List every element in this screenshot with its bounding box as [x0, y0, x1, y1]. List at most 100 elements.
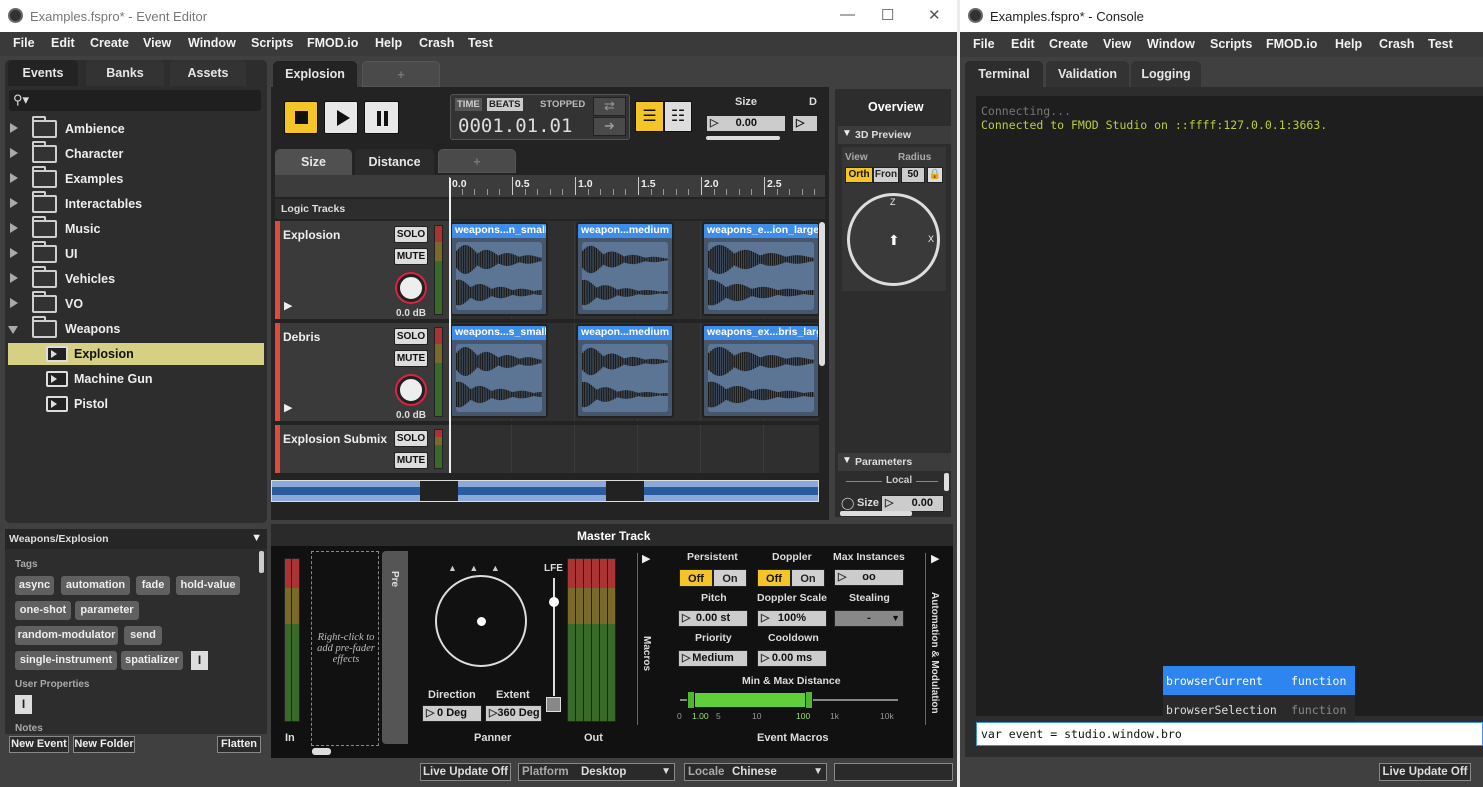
direction-field[interactable]: ▷ 0 Deg — [422, 705, 482, 722]
add-tag-cursor-icon[interactable]: I — [191, 651, 208, 670]
menu-create[interactable]: Create — [90, 36, 129, 50]
menu-scripts[interactable]: Scripts — [1210, 37, 1252, 51]
track-name[interactable]: Debris — [283, 330, 320, 344]
tree-item-machine-gun[interactable]: Machine Gun — [8, 368, 264, 390]
lfe-toggle[interactable] — [546, 697, 561, 712]
menu-test[interactable]: Test — [468, 36, 493, 50]
browser-search-input[interactable]: ⚲▾ — [9, 90, 261, 111]
audio-clip[interactable]: weapon...medium — [576, 324, 674, 418]
param-tab-size[interactable]: Size — [275, 149, 352, 175]
mute-button[interactable]: MUTE — [394, 350, 428, 367]
expand-track-icon[interactable]: ▶ — [284, 299, 292, 312]
cooldown-field[interactable]: ▷ 0.00 ms — [757, 650, 827, 667]
min-distance-handle[interactable] — [687, 691, 695, 709]
solo-button[interactable]: SOLO — [394, 430, 428, 447]
playhead[interactable] — [449, 178, 451, 473]
size-param-value[interactable]: ▷ 0.00 — [706, 115, 786, 132]
tree-item-interactables[interactable]: Interactables — [8, 191, 264, 215]
menu-test[interactable]: Test — [1428, 37, 1453, 51]
minimize-icon[interactable]: — — [840, 6, 855, 23]
tab-terminal[interactable]: Terminal — [965, 61, 1043, 87]
param-tab-distance[interactable]: Distance — [355, 149, 434, 175]
preview-header[interactable]: ▼ 3D Preview — [838, 126, 951, 144]
tag-parameter[interactable]: parameter — [75, 601, 139, 620]
panner-position-dot[interactable] — [477, 617, 486, 626]
lfe-slider-track[interactable] — [549, 578, 559, 696]
menu-view[interactable]: View — [1103, 37, 1131, 51]
add-event-tab-button[interactable]: + — [362, 61, 440, 87]
doppler-off-toggle[interactable]: Off — [757, 569, 791, 587]
tab-assets[interactable]: Assets — [170, 60, 246, 86]
tree-item-ui[interactable]: UI — [8, 241, 264, 265]
platform-selector[interactable]: Platform Desktop ▼ — [518, 763, 675, 781]
tag-automation[interactable]: automation — [61, 576, 130, 595]
expand-arrow-icon[interactable] — [10, 273, 18, 283]
time-mode-time[interactable]: TIME — [455, 98, 482, 111]
max-instances-field[interactable]: ▷ oo — [834, 569, 904, 586]
volume-knob[interactable] — [397, 376, 425, 404]
tag-random-modulator[interactable]: random-modulator — [15, 626, 118, 645]
menu-edit[interactable]: Edit — [51, 36, 75, 50]
menu-file[interactable]: File — [973, 37, 995, 51]
properties-scrollbar[interactable] — [259, 551, 264, 573]
expand-arrow-icon[interactable]: ▶ — [931, 552, 939, 565]
track-lane[interactable] — [449, 425, 819, 473]
solo-button[interactable]: SOLO — [394, 328, 428, 345]
close-icon[interactable]: ✕ — [928, 6, 941, 24]
next-param-value[interactable]: ▷ — [792, 115, 818, 132]
tree-item-music[interactable]: Music — [8, 216, 264, 240]
expand-arrow-icon[interactable] — [10, 173, 18, 183]
priority-field[interactable]: ▷ Medium — [678, 650, 748, 667]
tag-one-shot[interactable]: one-shot — [15, 601, 71, 620]
menu-fmodio[interactable]: FMOD.io — [307, 36, 358, 50]
menu-view[interactable]: View — [143, 36, 171, 50]
audio-clip[interactable]: weapons...s_small — [450, 324, 548, 418]
distance-range-fill[interactable] — [687, 691, 813, 709]
audio-clip[interactable]: weapon...medium — [576, 222, 674, 316]
menu-window[interactable]: Window — [188, 36, 236, 50]
tab-banks[interactable]: Banks — [86, 60, 164, 86]
new-event-button[interactable]: New Event — [9, 736, 69, 753]
tree-item-vo[interactable]: VO — [8, 291, 264, 315]
tag-send[interactable]: send — [124, 626, 162, 645]
radius-field[interactable]: 50 — [901, 167, 925, 183]
play-button[interactable] — [324, 101, 358, 134]
tag-hold-value[interactable]: hold-value — [176, 576, 240, 595]
tree-item-examples[interactable]: Examples — [8, 166, 264, 190]
extent-field[interactable]: ▷ 360 Deg — [485, 705, 542, 722]
doppler-scale-field[interactable]: ▷ 100% — [757, 610, 827, 627]
tab-event-explosion[interactable]: Explosion — [273, 61, 357, 87]
prefader-drop-zone[interactable]: Right-click to add pre-fader effects — [311, 551, 379, 746]
menu-file[interactable]: File — [13, 36, 35, 50]
new-folder-button[interactable]: New Folder — [73, 736, 135, 753]
audio-clip[interactable]: weapons_e...ion_large — [702, 222, 820, 316]
overview-scrollbar[interactable] — [944, 473, 949, 491]
persistent-off-toggle[interactable]: Off — [679, 569, 713, 587]
chevron-down-icon[interactable]: ▼ — [251, 532, 262, 544]
tab-logging[interactable]: Logging — [1131, 61, 1201, 87]
orthographic-button[interactable]: Orth — [845, 167, 873, 183]
tree-item-weapons[interactable]: Weapons — [8, 316, 264, 340]
grid-view-button[interactable]: ☷ — [664, 101, 692, 132]
tag-spatializer[interactable]: spatializer — [121, 651, 183, 670]
panner-circle[interactable] — [435, 575, 527, 667]
tree-item-vehicles[interactable]: Vehicles — [8, 266, 264, 290]
menu-crash[interactable]: Crash — [1379, 37, 1414, 51]
solo-button[interactable]: SOLO — [394, 226, 428, 243]
pause-button[interactable] — [364, 101, 399, 134]
tree-item-explosion[interactable]: Explosion — [8, 343, 264, 365]
stealing-dropdown[interactable]: - ▼ — [834, 610, 904, 627]
menu-crash[interactable]: Crash — [419, 36, 454, 50]
expand-arrow-icon[interactable] — [10, 248, 18, 258]
pitch-field[interactable]: ▷ 0.00 st — [678, 610, 748, 627]
size-param-slider[interactable] — [706, 136, 780, 140]
fader-effect-strip[interactable]: Pre — [382, 551, 408, 744]
loop-icon[interactable]: ⇄ — [593, 97, 626, 116]
tab-validation[interactable]: Validation — [1046, 61, 1129, 87]
menu-edit[interactable]: Edit — [1011, 37, 1035, 51]
overview-size-field[interactable]: ▷ 0.00 — [881, 495, 944, 512]
tab-events[interactable]: Events — [8, 60, 78, 86]
parameters-header[interactable]: ▼ Parameters — [838, 453, 951, 471]
expand-arrow-icon[interactable]: ▶ — [642, 552, 650, 565]
volume-knob[interactable] — [397, 274, 425, 302]
